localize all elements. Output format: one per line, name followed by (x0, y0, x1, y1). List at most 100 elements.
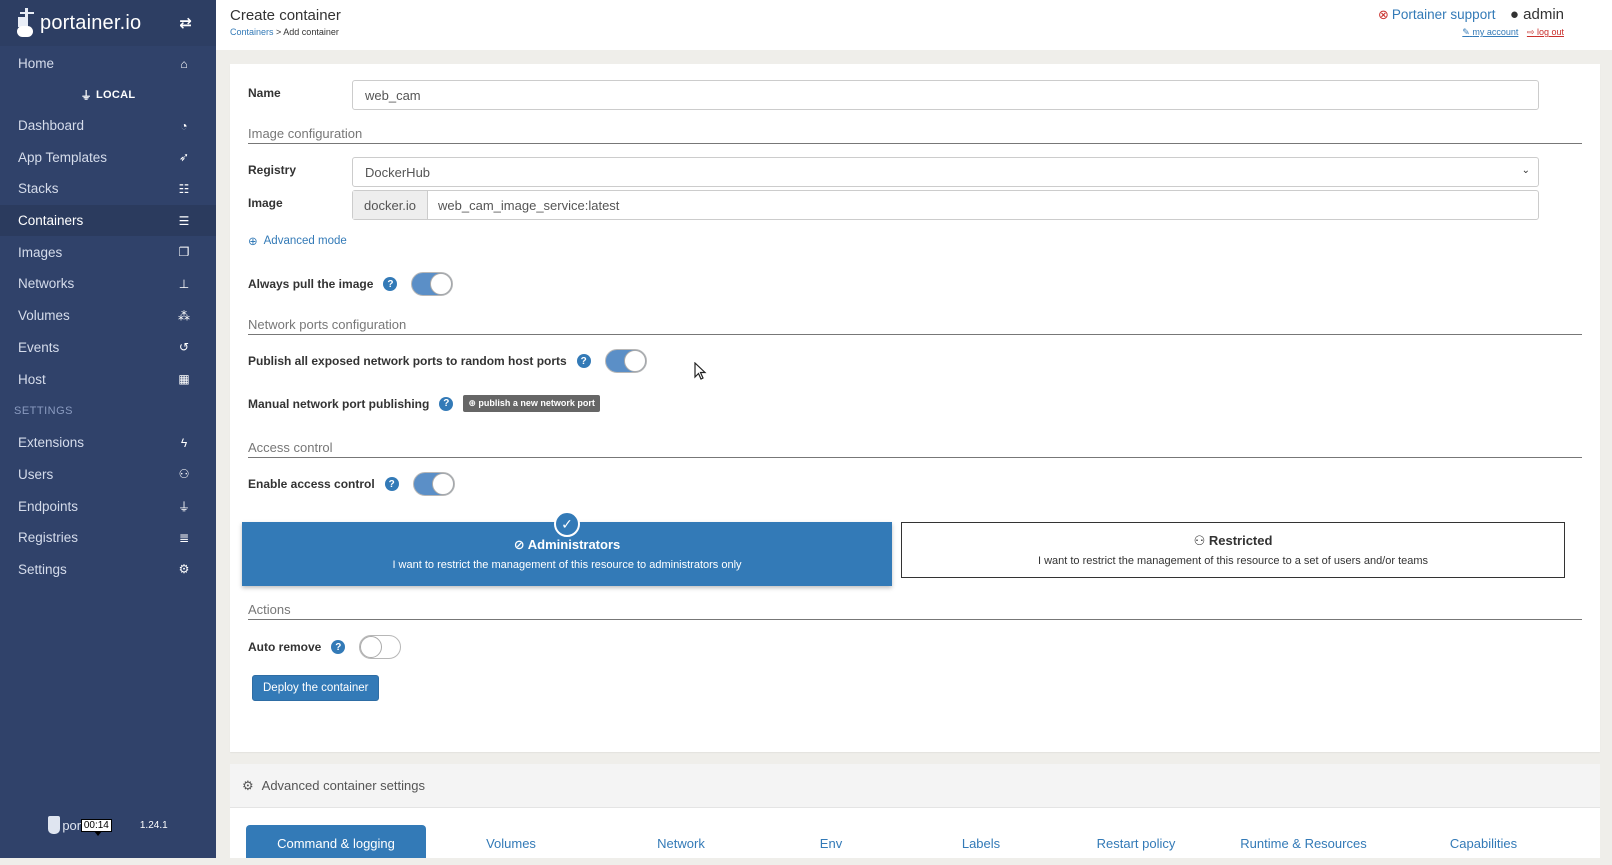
sidebar-item-volumes[interactable]: Volumes ⁂ (0, 300, 216, 332)
registry-row: Registry (248, 163, 296, 177)
tab-capabilities[interactable]: Capabilities (1401, 825, 1566, 861)
question-circle-icon[interactable]: ? (576, 354, 591, 368)
tachometer-icon: ◔ (180, 118, 188, 133)
cubes-icon: ⁂ (178, 308, 190, 323)
question-circle-icon[interactable]: ? (384, 477, 399, 491)
image-label: Image (248, 196, 283, 210)
deploy-container-button[interactable]: Deploy the container (252, 675, 380, 701)
name-label: Name (248, 86, 281, 100)
page-header: Create container Containers > Add contai… (216, 0, 1612, 50)
publish-new-port-button[interactable]: ⊕ publish a new network port (463, 395, 600, 412)
sidebar-item-users[interactable]: Users ⚇ (0, 459, 216, 491)
question-circle-icon[interactable]: ? (383, 277, 398, 291)
always-pull-toggle[interactable] (411, 272, 454, 296)
sidebar-item-registries[interactable]: Registries ≣ (0, 522, 216, 554)
sidebar-item-label: Networks (18, 276, 75, 292)
plug-icon: ⏚ (177, 499, 190, 514)
always-pull-row: Always pull the image ? (248, 272, 454, 296)
my-account-link[interactable]: ✎ my account (1462, 27, 1518, 37)
tab-labels[interactable]: Labels (896, 825, 1066, 861)
name-input[interactable]: web_cam (352, 80, 1539, 110)
sidebar-item-endpoints[interactable]: Endpoints ⏚ (0, 490, 216, 522)
sidebar-section-settings: SETTINGS (14, 404, 74, 417)
tab-command-logging[interactable]: Command & logging (246, 825, 426, 861)
toggle-sidebar-icon[interactable]: ⇄ (179, 14, 192, 32)
app-version: 1.24.1 (139, 819, 168, 831)
question-circle-icon[interactable]: ? (439, 396, 454, 411)
sidebar-item-label: Volumes (18, 308, 70, 324)
image-input[interactable]: docker.io web_cam_image_service:latest (352, 190, 1539, 220)
sidebar-item-label: Users (18, 466, 54, 482)
history-icon: ↺ (178, 340, 190, 355)
network-ports-title: Network ports configuration (248, 317, 1582, 335)
advanced-settings-panel: ⚙ Advanced container settings Command & … (230, 764, 1600, 865)
portainer-support-link[interactable]: ⊗ Portainer support (1378, 7, 1495, 22)
auto-remove-toggle[interactable] (359, 635, 402, 659)
th-icon: ▦ (178, 372, 190, 387)
image-registry-prefix: docker.io (353, 191, 429, 219)
portainer-logo-icon (16, 8, 38, 38)
chevron-down-icon: ⌄ (1521, 165, 1530, 176)
name-row: Name (248, 86, 281, 100)
timer-tooltip: 00:14 (80, 818, 112, 836)
sitemap-icon: ⊥ (178, 276, 190, 291)
sidebar-item-settings[interactable]: Settings ⚙ (0, 554, 216, 586)
sidebar-item-label: Extensions (18, 435, 85, 451)
wrench-icon: ✎ (1462, 27, 1470, 37)
enable-access-label: Enable access control (248, 477, 375, 491)
enable-access-toggle[interactable] (412, 472, 455, 496)
image-row: Image (248, 196, 283, 210)
breadcrumb-containers-link[interactable]: Containers (230, 27, 274, 37)
sidebar-item-app-templates[interactable]: App Templates ➶ (0, 141, 216, 173)
registry-label: Registry (248, 163, 297, 177)
eye-slash-icon: ⊘ (513, 537, 525, 552)
access-option-restricted[interactable]: ⚇ Restricted I want to restrict the mana… (901, 522, 1565, 578)
sidebar-item-home[interactable]: Home ⌂ (0, 48, 216, 80)
portainer-logo[interactable]: portainer.io (16, 8, 141, 38)
advanced-mode-link[interactable]: ⊕ Advanced mode (248, 234, 347, 248)
sidebar-item-networks[interactable]: Networks ⊥ (0, 268, 216, 300)
manual-publish-row: Manual network port publishing ? ⊕ publi… (248, 395, 600, 412)
access-control-title: Access control (248, 440, 1582, 458)
sidebar-item-label: App Templates (18, 149, 108, 165)
globe-icon: ⊕ (248, 236, 258, 248)
life-ring-icon: ⊗ (1377, 7, 1389, 22)
auto-remove-row: Auto remove ? (248, 635, 402, 659)
tab-runtime-resources[interactable]: Runtime & Resources (1206, 825, 1401, 861)
publish-all-toggle[interactable] (604, 349, 647, 373)
tab-env[interactable]: Env (766, 825, 896, 861)
always-pull-label: Always pull the image (248, 277, 374, 291)
check-icon: ✓ (554, 511, 580, 537)
sidebar-item-events[interactable]: Events ↺ (0, 332, 216, 364)
actions-title: Actions (248, 602, 1582, 620)
advanced-settings-header: ⚙ Advanced container settings (230, 764, 1600, 808)
access-option-administrators[interactable]: ✓ ⊘ Administrators I want to restrict th… (242, 511, 892, 586)
home-icon: ⌂ (180, 56, 188, 71)
sidebar-item-host[interactable]: Host ▦ (0, 363, 216, 395)
portainer-logo-icon (48, 816, 61, 834)
tab-volumes[interactable]: Volumes (426, 825, 596, 861)
sidebar-item-stacks[interactable]: Stacks ☷ (0, 173, 216, 205)
sidebar-item-label: Endpoints (18, 498, 79, 514)
auto-remove-label: Auto remove (248, 640, 322, 654)
bottom-strip (0, 858, 1612, 865)
bolt-icon: ϟ (180, 435, 188, 450)
sidebar-item-label: Host (18, 371, 46, 387)
sidebar-item-dashboard[interactable]: Dashboard ◔ (0, 110, 216, 142)
log-out-link[interactable]: ⇨ log out (1527, 27, 1564, 37)
registry-select[interactable]: DockerHub ⌄ (352, 157, 1539, 187)
clone-icon: ❐ (178, 245, 190, 260)
sidebar-item-label: Home (18, 56, 55, 72)
users-icon: ⚇ (1193, 533, 1206, 548)
sidebar-header: portainer.io ⇄ (0, 0, 216, 46)
th-list-icon: ☷ (178, 181, 190, 196)
sidebar-item-extensions[interactable]: Extensions ϟ (0, 427, 216, 459)
question-circle-icon[interactable]: ? (331, 640, 346, 654)
sidebar-item-images[interactable]: Images ❐ (0, 236, 216, 268)
tab-network[interactable]: Network (596, 825, 766, 861)
sidebar-item-containers[interactable]: Containers ☰ (0, 204, 216, 237)
breadcrumb: Containers > Add container (230, 27, 339, 37)
page-title: Create container (230, 7, 341, 24)
tab-restart-policy[interactable]: Restart policy (1066, 825, 1206, 861)
sidebar-item-label: Dashboard (18, 118, 85, 134)
